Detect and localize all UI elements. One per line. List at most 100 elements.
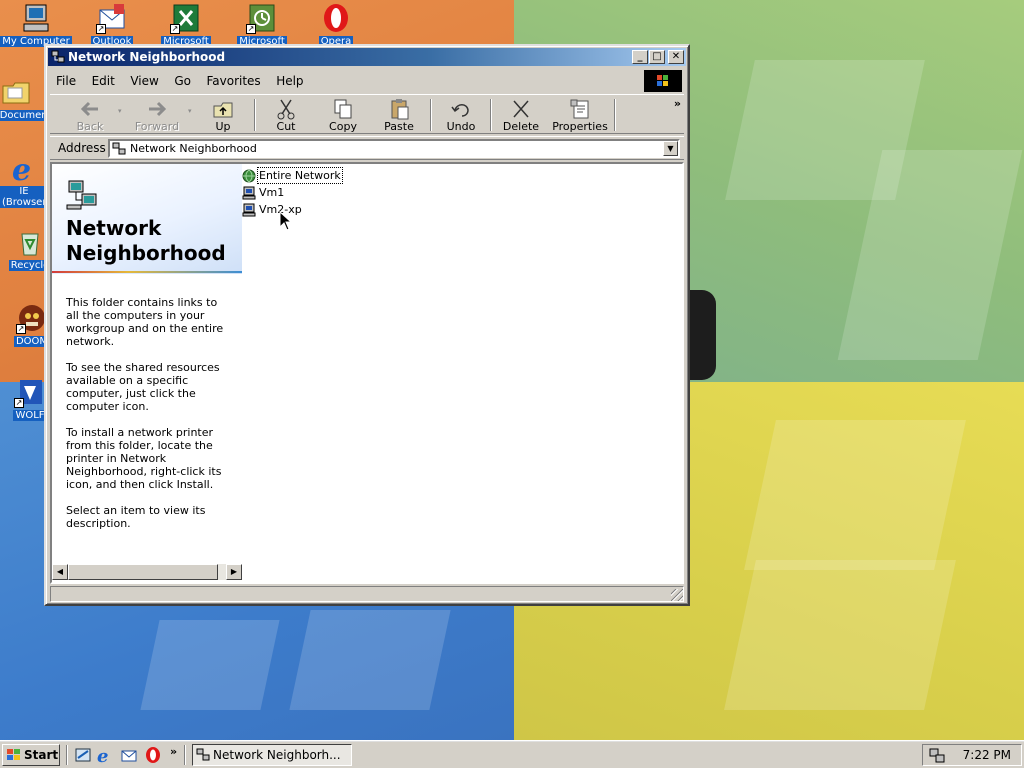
shortcut-arrow-icon: ↗: [14, 398, 24, 408]
back-button[interactable]: Back: [64, 96, 116, 134]
network-neighborhood-icon: [196, 748, 210, 762]
wallpaper-tile: [744, 420, 966, 570]
forward-button[interactable]: Forward: [128, 96, 186, 134]
folder-icon: [0, 76, 32, 108]
wallpaper-tile: [289, 610, 451, 710]
horizontal-scrollbar[interactable]: ◀ ▶: [52, 564, 242, 580]
menu-favorites[interactable]: Favorites: [200, 70, 266, 88]
show-desktop-icon[interactable]: [74, 746, 92, 764]
excel-icon: ↗: [170, 2, 202, 34]
address-bar: Address Network Neighborhood ▼: [50, 136, 684, 160]
desktop-icon-excel[interactable]: ↗ Microsoft: [150, 2, 222, 47]
windows-flag-icon: [6, 748, 22, 762]
menu-edit[interactable]: Edit: [86, 70, 121, 88]
start-button[interactable]: Start: [2, 744, 60, 766]
delete-x-icon: [496, 98, 546, 120]
toolbar-separator: [254, 99, 256, 131]
cut-button[interactable]: Cut: [262, 96, 310, 134]
network-neighborhood-icon: [51, 50, 65, 64]
web-view-description: To see the shared resources available on…: [66, 361, 220, 413]
undo-icon: [436, 98, 486, 120]
back-dropdown-icon[interactable]: ▾: [118, 107, 122, 115]
web-view-description: To install a network printer from this f…: [66, 426, 222, 491]
menu-view[interactable]: View: [124, 70, 164, 88]
quicklaunch-separator: [184, 745, 186, 765]
desktop-icon-my-computer[interactable]: My Computer: [0, 2, 72, 47]
close-button[interactable]: ✕: [668, 50, 684, 64]
opera-icon[interactable]: [144, 746, 162, 764]
toolbar-separator: [490, 99, 492, 131]
desktop: My Computer ↗ Outlook ↗ Microsoft ↗ Micr…: [0, 0, 1024, 740]
menu-help[interactable]: Help: [270, 70, 309, 88]
address-label: Address: [58, 141, 106, 155]
scroll-left-button[interactable]: ◀: [52, 564, 68, 580]
back-arrow-icon: [64, 98, 116, 120]
toolbar-separator: [614, 99, 616, 131]
desktop-icon-project[interactable]: ↗ Microsoft: [226, 2, 298, 47]
svg-text:e: e: [12, 153, 31, 184]
network-neighborhood-icon: [112, 142, 126, 156]
up-button[interactable]: Up: [200, 96, 246, 134]
network-status-icon[interactable]: [929, 747, 945, 763]
menu-bar: File Edit View Go Favorites Help: [50, 70, 684, 92]
up-folder-icon: [200, 98, 246, 120]
network-neighborhood-large-icon: [66, 178, 100, 212]
clipboard-icon: [372, 98, 426, 120]
web-view-divider: [52, 271, 242, 273]
scroll-thumb[interactable]: [68, 564, 218, 580]
outlook-express-icon[interactable]: [120, 746, 138, 764]
menu-go[interactable]: Go: [168, 70, 197, 88]
shortcut-arrow-icon: ↗: [96, 24, 106, 34]
resize-grip[interactable]: [671, 589, 683, 601]
undo-button[interactable]: Undo: [436, 96, 486, 134]
forward-arrow-icon: [128, 98, 186, 120]
scroll-right-button[interactable]: ▶: [226, 564, 242, 580]
web-view-description: Select an item to view its description.: [66, 504, 206, 530]
forward-dropdown-icon[interactable]: ▾: [188, 107, 192, 115]
desktop-icon-label: IE (Browser): [0, 186, 51, 208]
properties-icon: [548, 98, 612, 120]
address-dropdown-button[interactable]: ▼: [663, 141, 678, 156]
internet-explorer-icon[interactable]: e: [96, 746, 114, 767]
toolbar-more-chevron[interactable]: »: [674, 97, 681, 110]
desktop-icon-opera[interactable]: Opera: [300, 2, 372, 47]
shortcut-arrow-icon: ↗: [246, 24, 256, 34]
properties-button[interactable]: Properties: [548, 96, 612, 134]
copy-icon: [316, 98, 370, 120]
quicklaunch-more-chevron[interactable]: »: [170, 745, 177, 758]
computer-icon: [242, 203, 256, 217]
status-bar: [50, 586, 684, 602]
taskbar-button-network-neighborhood[interactable]: Network Neighborh...: [192, 744, 352, 766]
shortcut-arrow-icon: ↗: [16, 324, 26, 334]
wolfenstein-icon: ↗: [14, 376, 46, 408]
desktop-icon-outlook[interactable]: ↗ Outlook: [76, 2, 148, 47]
opera-icon: [320, 2, 352, 34]
menu-file[interactable]: File: [50, 70, 82, 88]
delete-button[interactable]: Delete: [496, 96, 546, 134]
web-view-panel: Network Neighborhood This folder contain…: [52, 164, 242, 564]
project-icon: ↗: [246, 2, 278, 34]
outlook-icon: ↗: [96, 2, 128, 34]
start-label: Start: [24, 748, 59, 762]
windows-logo-throbber: [644, 70, 682, 92]
paste-button[interactable]: Paste: [372, 96, 426, 134]
copy-button[interactable]: Copy: [316, 96, 370, 134]
clock[interactable]: 7:22 PM: [963, 748, 1011, 762]
wallpaper-tile: [140, 620, 280, 710]
quicklaunch-separator: [66, 745, 68, 765]
window-titlebar[interactable]: Network Neighborhood _ □ ✕: [48, 48, 686, 66]
list-item-label: Vm1: [259, 186, 285, 199]
svg-text:e: e: [97, 746, 108, 764]
taskbar: Start e » Network Neighborh... 7:22 PM: [0, 740, 1024, 768]
minimize-button[interactable]: _: [632, 50, 648, 64]
recycle-bin-icon: [14, 226, 46, 258]
my-computer-icon: [20, 2, 52, 34]
address-value: Network Neighborhood: [130, 142, 257, 155]
folder-content-pane: Network Neighborhood This folder contain…: [50, 162, 684, 584]
scissors-icon: [262, 98, 310, 120]
maximize-button[interactable]: □: [649, 50, 665, 64]
address-combobox[interactable]: Network Neighborhood ▼: [108, 139, 680, 158]
shortcut-arrow-icon: ↗: [170, 24, 180, 34]
network-neighborhood-window: Network Neighborhood _ □ ✕ File Edit Vie…: [44, 44, 690, 606]
standard-toolbar: Back ▾ Forward ▾ Up Cut Copy Paste Undo …: [50, 94, 684, 134]
